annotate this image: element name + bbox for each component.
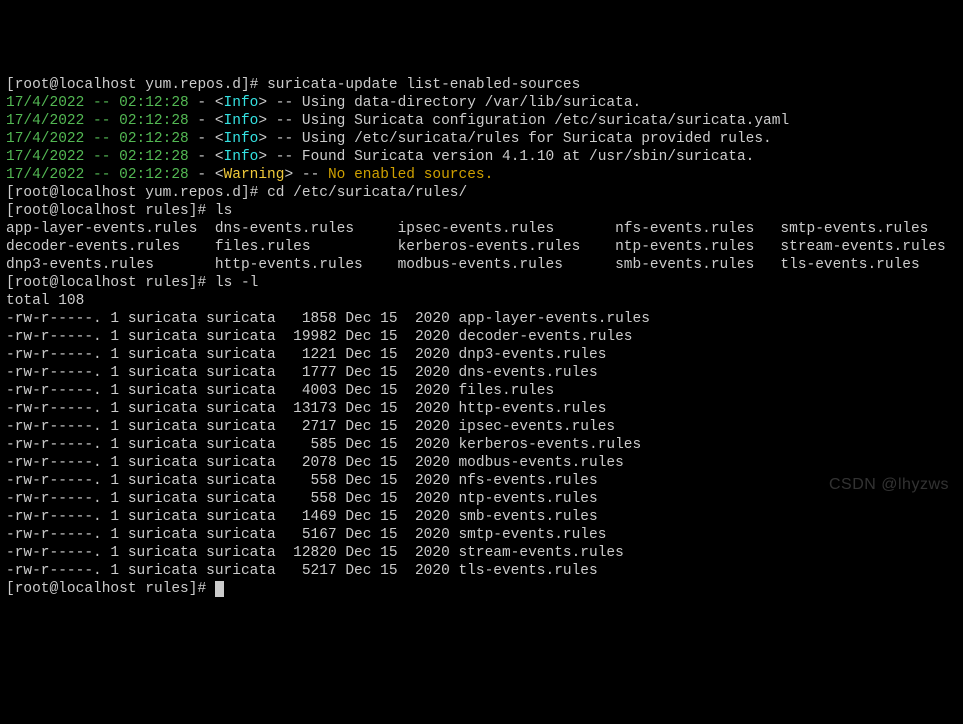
total-line: total 108 (6, 293, 84, 309)
log-level-info: Info (224, 131, 259, 147)
log-message: Using data-directory /var/lib/suricata. (302, 95, 641, 111)
command-text: ls (215, 203, 232, 219)
ls-long-output: -rw-r-----. 1 suricata suricata 1858 Dec… (6, 311, 650, 579)
prompt-line: [root@localhost rules]# (6, 275, 215, 291)
cursor-icon (215, 581, 224, 597)
prompt-line: [root@localhost yum.repos.d]# (6, 185, 267, 201)
log-timestamp: 17/4/2022 -- 02:12:28 (6, 149, 189, 165)
log-timestamp: 17/4/2022 -- 02:12:28 (6, 113, 189, 129)
log-message-warning: No enabled sources. (328, 167, 493, 183)
prompt-line: [root@localhost rules]# (6, 581, 215, 597)
log-level-info: Info (224, 95, 259, 111)
log-timestamp: 17/4/2022 -- 02:12:28 (6, 95, 189, 111)
command-text: ls -l (215, 275, 259, 291)
prompt-line: [root@localhost rules]# (6, 203, 215, 219)
prompt-line: [root@localhost yum.repos.d]# (6, 77, 267, 93)
log-level-warning: Warning (224, 167, 285, 183)
log-message: Using /etc/suricata/rules for Suricata p… (302, 131, 772, 147)
log-level-info: Info (224, 113, 259, 129)
command-text: suricata-update list-enabled-sources (267, 77, 580, 93)
terminal-output[interactable]: [root@localhost yum.repos.d]# suricata-u… (6, 76, 957, 598)
log-message: Using Suricata configuration /etc/surica… (302, 113, 789, 129)
log-level-info: Info (224, 149, 259, 165)
command-text: cd /etc/suricata/rules/ (267, 185, 467, 201)
log-message: Found Suricata version 4.1.10 at /usr/sb… (302, 149, 754, 165)
ls-output: app-layer-events.rules dns-events.rules … (6, 221, 946, 273)
log-timestamp: 17/4/2022 -- 02:12:28 (6, 167, 189, 183)
log-timestamp: 17/4/2022 -- 02:12:28 (6, 131, 189, 147)
